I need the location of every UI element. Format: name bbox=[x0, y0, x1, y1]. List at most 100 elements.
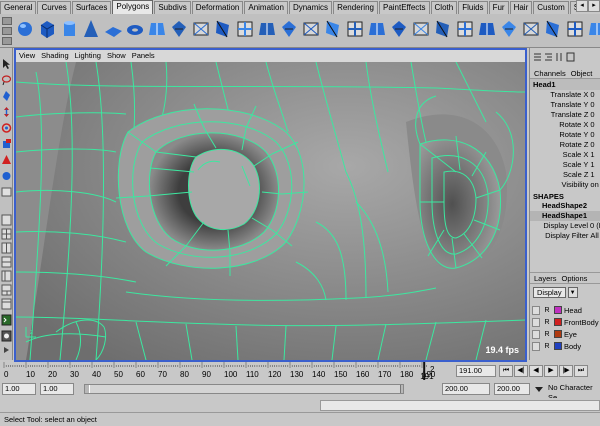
menu-channels[interactable]: Channels bbox=[534, 68, 566, 78]
soccer-ball-icon[interactable] bbox=[168, 17, 189, 41]
attribute-value[interactable]: on bbox=[590, 180, 600, 190]
layer-reference-flag[interactable]: R bbox=[542, 330, 552, 339]
tab-general[interactable]: General bbox=[0, 1, 37, 14]
manipulator-tool-icon[interactable] bbox=[1, 154, 12, 166]
layer-row[interactable]: R Eye bbox=[532, 328, 599, 340]
menu-object[interactable]: Object bbox=[571, 68, 593, 78]
poke-face-icon[interactable] bbox=[520, 17, 541, 41]
smooth-icon[interactable] bbox=[256, 17, 277, 41]
menu-show[interactable]: Show bbox=[107, 50, 126, 62]
layout-hypershade-icon[interactable] bbox=[1, 298, 12, 310]
layer-row[interactable]: R Body bbox=[532, 340, 599, 352]
tab-cloth[interactable]: Cloth bbox=[430, 1, 458, 14]
shape-item[interactable]: HeadShape2 bbox=[530, 201, 600, 211]
layout-single-icon[interactable] bbox=[1, 214, 12, 226]
scale-tool-icon[interactable] bbox=[1, 138, 12, 150]
select-tool-icon[interactable] bbox=[1, 58, 12, 70]
layer-row[interactable]: R FrontBody bbox=[532, 316, 599, 328]
bevel-icon[interactable] bbox=[476, 17, 497, 41]
subdivide-icon[interactable] bbox=[454, 17, 475, 41]
menu-lighting[interactable]: Lighting bbox=[75, 50, 101, 62]
layer-visibility-toggle[interactable] bbox=[532, 329, 540, 339]
extrude-edge-icon[interactable] bbox=[322, 17, 343, 41]
shape-item-selected[interactable]: HeadShape1 bbox=[530, 211, 600, 221]
tab-surfaces[interactable]: Surfaces bbox=[71, 1, 112, 14]
extrude-face-icon[interactable] bbox=[300, 17, 321, 41]
attribute-row[interactable]: Rotate X0 bbox=[530, 120, 600, 130]
delete-edge-icon[interactable] bbox=[564, 17, 585, 41]
tab-curves[interactable]: Curves bbox=[37, 1, 71, 14]
attribute-row[interactable]: Translate X0 bbox=[530, 90, 600, 100]
merge-vertices-icon[interactable] bbox=[366, 17, 387, 41]
layer-color-swatch[interactable] bbox=[554, 330, 562, 338]
attribute-value[interactable]: 1 bbox=[590, 170, 600, 180]
layer-editor-icon[interactable] bbox=[566, 52, 575, 62]
layout-four-icon[interactable] bbox=[1, 228, 12, 240]
menu-shading[interactable]: Shading bbox=[41, 50, 69, 62]
combine-icon[interactable] bbox=[190, 17, 211, 41]
tab-hair[interactable]: Hair bbox=[509, 1, 533, 14]
playback-start-field[interactable]: 1.00 bbox=[40, 383, 74, 395]
layout-two-side-icon[interactable] bbox=[1, 242, 12, 254]
layer-type-dropdown[interactable]: Display ▼ bbox=[533, 286, 578, 298]
attribute-value[interactable]: 0 (B bbox=[590, 221, 600, 231]
render-view-icon[interactable] bbox=[1, 330, 12, 342]
play-forward-icon[interactable]: ▶ bbox=[544, 365, 558, 377]
tab-fluids[interactable]: Fluids bbox=[458, 1, 488, 14]
wedge-face-icon[interactable] bbox=[498, 17, 519, 41]
time-slider[interactable]: 0 10 20 30 40 50 60 70 80 90 100 110 120 130 140 150 160… bbox=[0, 362, 600, 380]
animation-start-field[interactable]: 1.00 bbox=[2, 383, 36, 395]
attribute-value[interactable]: 0 bbox=[590, 110, 600, 120]
3d-viewport[interactable]: z 19.4 fps bbox=[16, 62, 525, 360]
layer-color-swatch[interactable] bbox=[554, 306, 562, 314]
play-back-icon[interactable]: ◀ bbox=[529, 365, 543, 377]
flip-icon[interactable] bbox=[586, 17, 600, 41]
tab-subdivs[interactable]: Subdivs bbox=[154, 1, 191, 14]
torus-icon[interactable] bbox=[124, 17, 145, 41]
tab-painteffects[interactable]: PaintEffects bbox=[378, 1, 430, 14]
time-ruler[interactable]: 0 10 20 30 40 50 60 70 80 90 100 110 120 130 140 150 160… bbox=[0, 362, 436, 380]
attribute-value[interactable]: 0 bbox=[590, 90, 600, 100]
shelf-tabs-menu-icon[interactable] bbox=[2, 17, 12, 25]
script-editor-icon[interactable] bbox=[1, 314, 12, 326]
layer-visibility-toggle[interactable] bbox=[532, 305, 540, 315]
shelf-options-icon[interactable] bbox=[2, 37, 12, 45]
attribute-value[interactable]: 0 bbox=[590, 140, 600, 150]
collapse-icon[interactable] bbox=[388, 17, 409, 41]
tab-deformation[interactable]: Deformation bbox=[191, 1, 244, 14]
attribute-row[interactable]: Display Level0 (B bbox=[530, 221, 600, 231]
range-slider-track[interactable] bbox=[84, 384, 404, 394]
cone-icon[interactable] bbox=[80, 17, 101, 41]
append-polygon-icon[interactable] bbox=[344, 17, 365, 41]
soft-mod-tool-icon[interactable] bbox=[1, 170, 12, 182]
layer-color-swatch[interactable] bbox=[554, 342, 562, 350]
attribute-editor-icon[interactable] bbox=[544, 52, 553, 62]
attribute-row[interactable]: Rotate Z0 bbox=[530, 140, 600, 150]
attribute-row[interactable]: Scale Y1 bbox=[530, 160, 600, 170]
layout-graph-icon[interactable] bbox=[1, 284, 12, 296]
layout-outliner-icon[interactable] bbox=[1, 270, 12, 282]
expand-toolbox-icon[interactable] bbox=[1, 344, 12, 356]
current-frame-field[interactable]: 191.00 bbox=[456, 365, 496, 377]
tab-rendering[interactable]: Rendering bbox=[333, 1, 378, 14]
tab-dynamics[interactable]: Dynamics bbox=[288, 1, 333, 14]
step-back-icon[interactable]: ◀| bbox=[514, 365, 528, 377]
layer-color-swatch[interactable] bbox=[554, 318, 562, 326]
split-edge-ring-icon[interactable] bbox=[542, 17, 563, 41]
layer-reference-flag[interactable]: R bbox=[542, 306, 552, 315]
go-to-end-icon[interactable]: ⏭ bbox=[574, 365, 588, 377]
shelf-editor-icon[interactable] bbox=[2, 27, 12, 35]
last-tool-icon[interactable] bbox=[1, 186, 12, 198]
menu-layers[interactable]: Layers bbox=[534, 273, 557, 283]
layout-two-stacked-icon[interactable] bbox=[1, 256, 12, 268]
cube-icon[interactable] bbox=[36, 17, 57, 41]
lasso-tool-icon[interactable] bbox=[1, 74, 12, 86]
extract-icon[interactable] bbox=[234, 17, 255, 41]
character-set-dropdown-icon[interactable] bbox=[534, 384, 544, 394]
object-name[interactable]: Head1 bbox=[530, 79, 600, 90]
move-tool-icon[interactable] bbox=[1, 106, 12, 118]
plane-icon[interactable] bbox=[102, 17, 123, 41]
attribute-value[interactable]: 1 bbox=[590, 160, 600, 170]
scroll-left-icon[interactable]: ◂ bbox=[576, 0, 588, 12]
layer-visibility-toggle[interactable] bbox=[532, 341, 540, 351]
